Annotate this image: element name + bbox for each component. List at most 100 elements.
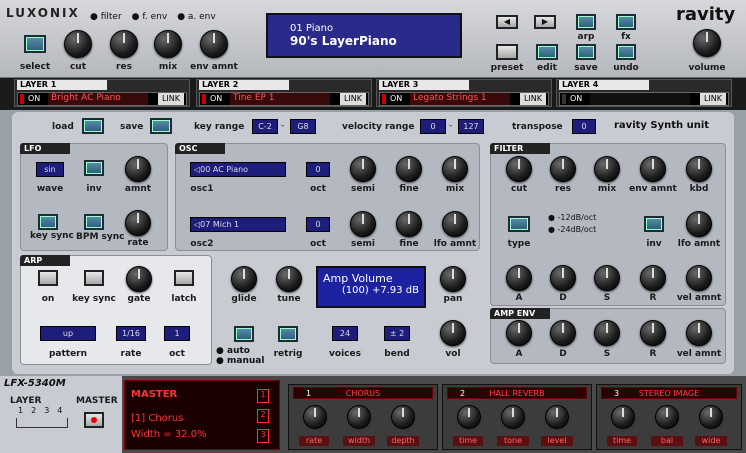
mode-fenv[interactable]: ● f. env	[132, 12, 168, 22]
osc-mix-knob[interactable]	[442, 156, 468, 182]
edit-button[interactable]	[536, 44, 558, 60]
lfo-rate-knob[interactable]	[125, 210, 151, 236]
layer-2-name[interactable]: Tine EP 1	[230, 93, 330, 105]
layer-3-link[interactable]: LINK	[520, 93, 546, 105]
load-button[interactable]	[82, 118, 104, 134]
manual-option[interactable]: ● manual	[216, 356, 264, 366]
layer-4-on[interactable]: ON	[570, 94, 582, 103]
fx-1-rate-knob[interactable]	[303, 405, 327, 429]
save-layer-button[interactable]	[150, 118, 172, 134]
filter-lfo-amnt-knob[interactable]	[686, 211, 712, 237]
amp-vel-amnt-knob[interactable]	[686, 320, 712, 346]
osc2-oct[interactable]: 0	[306, 217, 330, 232]
layer-1-tab[interactable]: LAYER 1 ON Bright AC Piano LINK	[14, 79, 190, 107]
filter-env-d-knob[interactable]	[550, 265, 576, 291]
fx-1-width-knob[interactable]	[347, 405, 371, 429]
fx-slot-2[interactable]: 2	[257, 409, 269, 423]
bend-value[interactable]: ± 2	[384, 326, 410, 341]
vol-knob[interactable]	[440, 320, 466, 346]
layer-1-on[interactable]: ON	[28, 94, 40, 103]
layer-3-tab[interactable]: LAYER 3 ON Legato Strings 1 LINK	[376, 79, 552, 107]
filter-kbd-knob[interactable]	[686, 156, 712, 182]
osc1-semi-knob[interactable]	[350, 156, 376, 182]
layer-1-name[interactable]: Bright AC Piano	[48, 93, 148, 105]
fx-2-time-knob[interactable]	[457, 405, 481, 429]
osc2-fine-knob[interactable]	[396, 211, 422, 237]
layer-3-name[interactable]: Legato Strings 1	[410, 93, 510, 105]
fx-3-bal-knob[interactable]	[655, 405, 679, 429]
osc1-oct[interactable]: 0	[306, 162, 330, 177]
mode-aenv[interactable]: ● a. env	[177, 12, 216, 22]
arp-rate-select[interactable]: 1/16	[116, 326, 146, 341]
filter-env-a-knob[interactable]	[506, 265, 532, 291]
filter-res-knob[interactable]	[550, 156, 576, 182]
fx-3-time-knob[interactable]	[611, 405, 635, 429]
lfo-inv-button[interactable]	[84, 160, 104, 176]
fx-2-tone-knob[interactable]	[501, 405, 525, 429]
amp-r-knob[interactable]	[640, 320, 666, 346]
auto-option[interactable]: ● auto	[216, 346, 250, 356]
res-knob[interactable]	[110, 30, 138, 58]
fx-1-depth-knob[interactable]	[391, 405, 415, 429]
fx-3-name[interactable]: STEREO IMAGE	[639, 389, 699, 398]
fx-1-name[interactable]: CHORUS	[346, 389, 380, 398]
fx-slot-3[interactable]: 3	[257, 429, 269, 443]
layer-4-name[interactable]	[590, 93, 690, 105]
save-button[interactable]	[576, 44, 596, 60]
fx-3-wide-knob[interactable]	[699, 405, 723, 429]
undo-button[interactable]	[616, 44, 636, 60]
next-button[interactable]: ▶	[534, 15, 556, 29]
glide-knob[interactable]	[231, 266, 257, 292]
layer-4-link[interactable]: LINK	[700, 93, 726, 105]
mode-filter[interactable]: ● filter	[90, 12, 122, 22]
layer-1-link[interactable]: LINK	[158, 93, 184, 105]
arp-button[interactable]	[576, 14, 596, 30]
layer-2-link[interactable]: LINK	[340, 93, 366, 105]
env-amnt-knob[interactable]	[200, 30, 228, 58]
osc1-fine-knob[interactable]	[396, 156, 422, 182]
filter-type-button[interactable]	[508, 216, 530, 232]
arp-pattern-select[interactable]: up	[40, 326, 96, 341]
lfo-amnt-knob[interactable]	[125, 156, 151, 182]
amp-s-knob[interactable]	[594, 320, 620, 346]
fx-button[interactable]	[616, 14, 636, 30]
filter-slope-12[interactable]: ● -12dB/oct	[548, 213, 596, 222]
voices-value[interactable]: 24	[332, 326, 358, 341]
osc2-select[interactable]: ◁07 Mich 1	[190, 217, 286, 232]
pan-knob[interactable]	[440, 266, 466, 292]
master-route-button[interactable]	[84, 412, 104, 428]
key-range-low[interactable]: C-2	[252, 119, 278, 134]
filter-inv-button[interactable]	[644, 216, 664, 232]
cut-knob[interactable]	[64, 30, 92, 58]
select-button[interactable]	[24, 35, 46, 53]
fx-slot-1[interactable]: 1	[257, 389, 269, 403]
fx-2-name[interactable]: HALL REVERB	[489, 389, 544, 398]
amp-a-knob[interactable]	[506, 320, 532, 346]
filter-env-amnt-knob[interactable]	[640, 156, 666, 182]
arp-on-button[interactable]	[38, 270, 58, 286]
fx-2-level-knob[interactable]	[545, 405, 569, 429]
retrig-button[interactable]	[278, 326, 298, 342]
transpose-value[interactable]: 0	[572, 119, 596, 134]
filter-vel-amnt-knob[interactable]	[686, 265, 712, 291]
arp-key-sync-button[interactable]	[84, 270, 104, 286]
arp-gate-knob[interactable]	[126, 266, 152, 292]
osc1-select[interactable]: ◁00 AC Piano	[190, 162, 286, 177]
lfo-wave-select[interactable]: sin	[36, 162, 64, 177]
layer-2-on[interactable]: ON	[210, 94, 222, 103]
volume-knob[interactable]	[693, 29, 721, 57]
layer-4-tab[interactable]: LAYER 4 ON LINK	[556, 79, 732, 107]
filter-mix-knob[interactable]	[594, 156, 620, 182]
filter-slope-24[interactable]: ● -24dB/oct	[548, 225, 596, 234]
osc-lfo-amnt-knob[interactable]	[442, 211, 468, 237]
lfo-bpm-sync-button[interactable]	[84, 214, 104, 230]
filter-env-r-knob[interactable]	[640, 265, 666, 291]
filter-cut-knob[interactable]	[506, 156, 532, 182]
arp-oct-select[interactable]: 1	[164, 326, 190, 341]
osc2-semi-knob[interactable]	[350, 211, 376, 237]
velocity-low[interactable]: 0	[420, 119, 446, 134]
preset-button[interactable]	[496, 44, 518, 60]
key-range-high[interactable]: G8	[290, 119, 316, 134]
filter-env-s-knob[interactable]	[594, 265, 620, 291]
auto-manual-button[interactable]	[234, 326, 254, 342]
